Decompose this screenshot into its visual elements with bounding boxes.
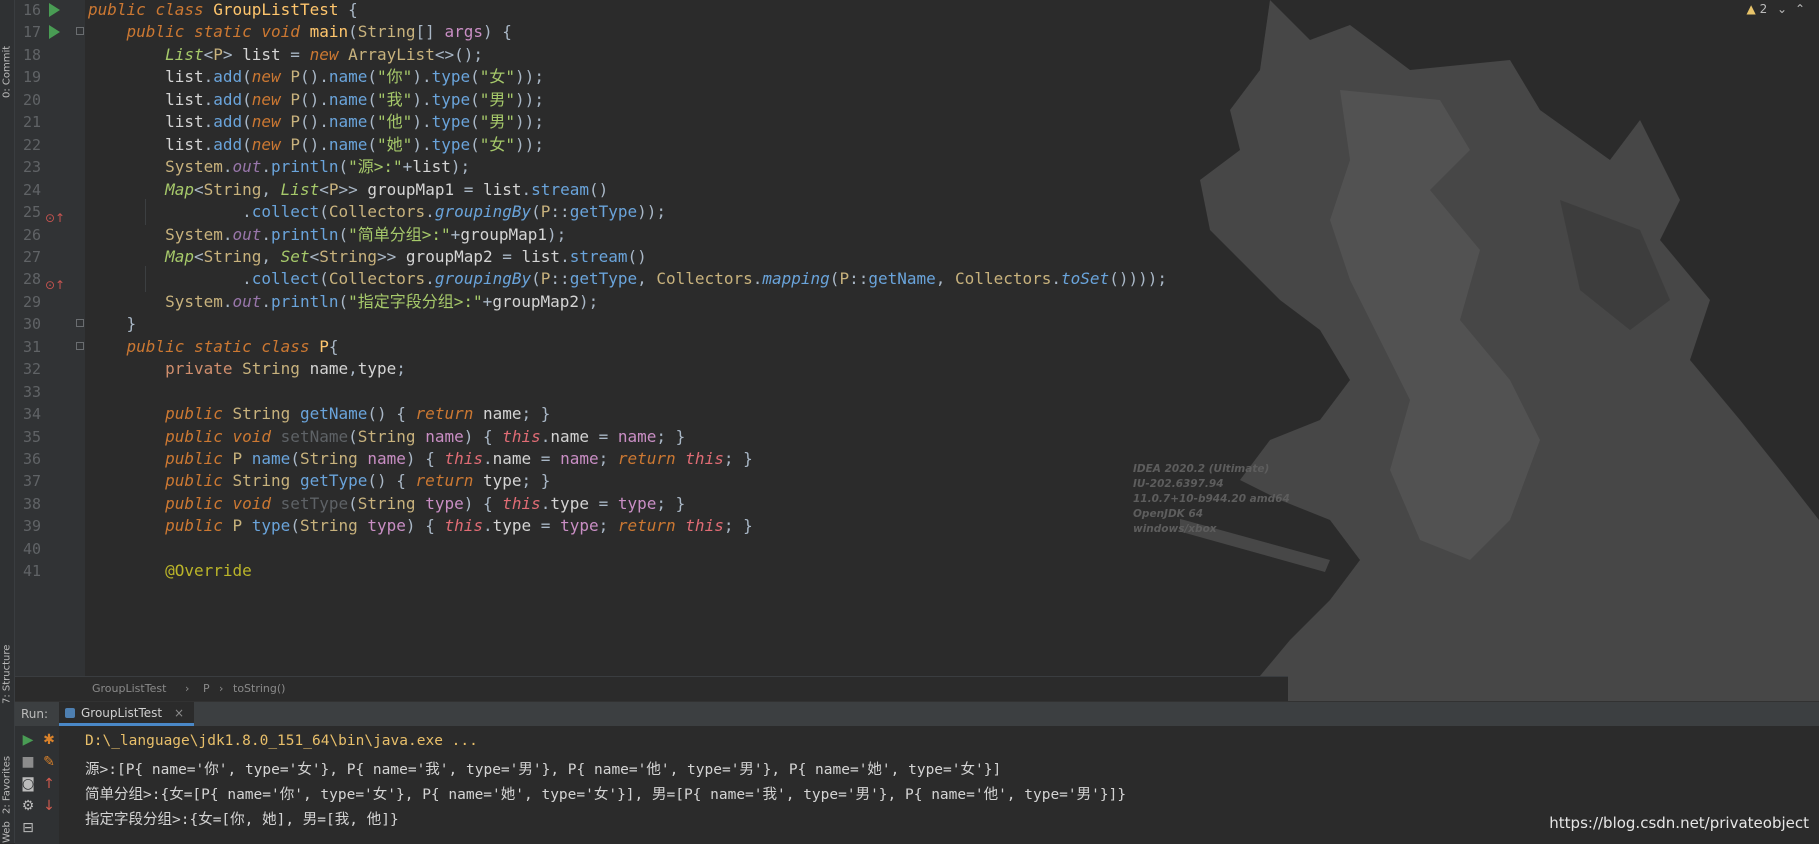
breadcrumb: GroupListTest › P › toString()	[15, 676, 1288, 701]
breadcrumb-separator: ›	[219, 682, 224, 695]
commit-tool-tab-label: 0: Commit	[1, 45, 13, 98]
run-tab-label: GroupListTest	[81, 706, 163, 720]
rerun-icon[interactable]: ▶	[18, 732, 38, 748]
favorites-tool-tab[interactable]: 2: Favorites	[0, 724, 14, 814]
warning-count: 2	[1759, 2, 1768, 16]
console-line: 简单分组>:{女=[P{ name='你', type='女'}, P{ nam…	[85, 787, 1127, 803]
stop-icon[interactable]: ■	[18, 754, 38, 770]
arrow-down-icon[interactable]: ↓	[39, 798, 59, 814]
blog-watermark: https://blog.csdn.net/privateobject	[1549, 814, 1809, 832]
line-number: 41	[22, 562, 41, 581]
left-toolwindow-bar: 0: Commit 7: Structure 2: Favorites Web	[0, 0, 15, 843]
breadcrumb-item-class[interactable]: GroupListTest	[92, 682, 166, 695]
inspection-widget[interactable]: ▲ 2 ⌄ ⌃	[1747, 2, 1805, 16]
fold-icon[interactable]	[76, 319, 84, 328]
console-line: D:\_language\jdk1.8.0_151_64\bin\java.ex…	[85, 733, 478, 749]
chevron-up-icon[interactable]: ⌃	[1795, 2, 1805, 16]
run-gutter-icon[interactable]	[49, 25, 60, 40]
chevron-down-icon[interactable]: ⌄	[1777, 2, 1787, 16]
run-gutter-icon[interactable]	[49, 3, 60, 17]
pin-icon[interactable]: ⊟	[18, 820, 38, 836]
structure-tool-tab[interactable]: 7: Structure	[0, 622, 14, 704]
console-line: 源>:[P{ name='你', type='女'}, P{ name='我',…	[85, 762, 1002, 778]
fold-icon[interactable]	[76, 341, 84, 350]
warning-icon: ▲	[1746, 2, 1756, 16]
console-line: 指定字段分组>:{女=[你, 她], 男=[我, 他]}	[85, 812, 399, 828]
breadcrumb-item-method[interactable]: toString()	[233, 682, 285, 695]
debug-rerun-icon[interactable]: ✱	[39, 732, 59, 748]
clear-output-icon[interactable]: ✎	[39, 754, 59, 770]
arrow-up-icon[interactable]: ↑	[39, 776, 59, 792]
code-line[interactable]: 41 @Override	[15, 558, 1288, 584]
breadcrumb-separator: ›	[185, 682, 190, 695]
breadcrumb-item-inner-class[interactable]: P	[203, 682, 210, 695]
web-tool-tab[interactable]: Web	[0, 816, 14, 843]
run-header: Run: GroupListTest ×	[15, 702, 1819, 726]
commit-tool-tab[interactable]: 0: Commit	[0, 2, 14, 98]
web-tool-tab-label: Web	[1, 821, 13, 843]
favorites-tool-tab-label: 2: Favorites	[1, 755, 13, 814]
structure-tool-tab-label: 7: Structure	[1, 644, 13, 704]
fold-icon[interactable]	[76, 27, 84, 36]
code-editor[interactable]: 16 public class GroupListTest {17 public …	[15, 0, 1288, 676]
run-toolbar: ▶ ✱ ■ ✎ ◙ ↑ ⚙ ↓ ⊟	[15, 726, 59, 844]
code-text: @Override	[165, 561, 252, 581]
close-icon[interactable]: ×	[174, 706, 184, 720]
run-title: Run:	[21, 707, 49, 721]
settings-icon[interactable]: ⚙	[18, 798, 38, 814]
camera-icon[interactable]: ◙	[18, 776, 38, 792]
run-tab-grouplisttest[interactable]: GroupListTest ×	[59, 702, 195, 726]
java-class-icon	[65, 708, 75, 718]
